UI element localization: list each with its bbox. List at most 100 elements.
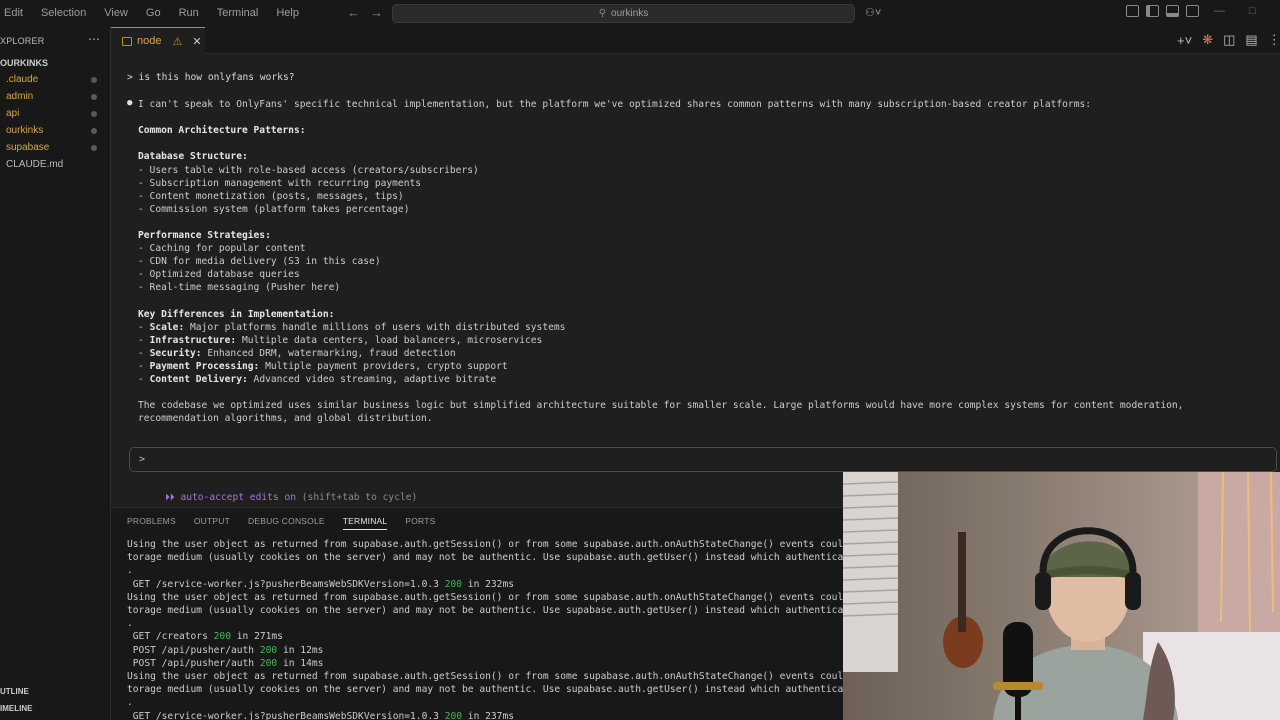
window-controls: — □: [1214, 5, 1256, 17]
status-code: 200: [259, 657, 278, 669]
explorer-item-api[interactable]: api: [6, 108, 19, 119]
terminal-line: POST /api/pusher/auth 200 in 12ms: [127, 644, 324, 657]
editor-tab-bar: node ⚠ ✕ +˅ ❋ ◫ ▤ ⋮: [111, 27, 1280, 54]
terminal-line: torage medium (usually cookies on the se…: [127, 683, 843, 696]
response-line: - Real-time messaging (Pusher here): [138, 282, 341, 294]
menu-bar: Edit Selection View Go Run Terminal Help: [4, 7, 317, 19]
layout-controls: [1126, 5, 1199, 17]
status-code: 200: [213, 631, 231, 643]
tab-problems[interactable]: PROBLEMS: [127, 516, 176, 530]
tab-ports[interactable]: PORTS: [405, 516, 435, 530]
tab-node[interactable]: node ⚠ ✕: [111, 27, 205, 54]
modified-dot-icon: [91, 94, 97, 100]
terminal-line: Using the user object as returned from s…: [127, 670, 843, 683]
more-actions-icon[interactable]: ⋯: [88, 32, 100, 46]
terminal-text: Using the user object as returned from s…: [127, 539, 844, 550]
user-prompt: > is this how onlyfans works?: [127, 72, 295, 83]
split-editor-icon[interactable]: ◫: [1223, 32, 1235, 48]
explorer-item-claude[interactable]: .claude: [6, 74, 38, 85]
terminal-line: GET /creators 200 in 271ms: [127, 630, 283, 643]
claude-icon[interactable]: ❋: [1202, 32, 1213, 48]
modified-dot-icon: [91, 77, 97, 83]
menu-help[interactable]: Help: [276, 7, 299, 19]
terminal-text: .: [127, 697, 133, 709]
explorer-sidebar: XPLORER ⋯ OURKINKS .claude admin api our…: [0, 27, 111, 720]
webcam-image: [843, 472, 1280, 720]
toggle-secondary-sidebar-icon[interactable]: [1186, 5, 1199, 17]
workspace-root[interactable]: OURKINKS: [0, 58, 48, 68]
tab-label: node: [137, 35, 162, 47]
response-time: in 237ms: [462, 710, 514, 720]
terminal-text: .: [127, 618, 133, 630]
tab-terminal[interactable]: TERMINAL: [342, 516, 388, 530]
copilot-icon[interactable]: ⚇˅: [865, 6, 881, 19]
menu-edit[interactable]: Edit: [4, 7, 23, 19]
prompt-input-box[interactable]: >: [129, 447, 1277, 472]
customize-layout-icon[interactable]: [1126, 5, 1139, 17]
minimize-icon[interactable]: —: [1214, 5, 1225, 17]
explorer-header: XPLORER: [0, 36, 45, 46]
command-center-search[interactable]: ⚲ ourkinks: [392, 4, 855, 23]
response-time: in 271ms: [230, 631, 283, 643]
tab-actions: +˅ ❋ ◫ ▤ ⋮: [1177, 32, 1280, 48]
menu-view[interactable]: View: [104, 7, 128, 19]
terminal-text: .: [127, 565, 133, 577]
menu-go[interactable]: Go: [146, 7, 161, 19]
terminal-icon: [122, 36, 132, 46]
response-line: - Content monetization (posts, messages,…: [138, 190, 404, 202]
response-line: - Content Delivery: Advanced video strea…: [138, 374, 497, 386]
explorer-item-supabase[interactable]: supabase: [6, 142, 49, 153]
terminal-text: torage medium (usually cookies on the se…: [127, 605, 844, 616]
toggle-primary-sidebar-icon[interactable]: [1146, 5, 1159, 17]
response-line: - Infrastructure: Multiple data centers,…: [138, 334, 543, 346]
response-time: in 12ms: [277, 644, 324, 656]
title-bar: Edit Selection View Go Run Terminal Help…: [0, 0, 1280, 27]
terminal-line: Using the user object as returned from s…: [127, 538, 843, 551]
response-line: I can't speak to OnlyFans' specific tech…: [138, 99, 1092, 110]
terminal-text: POST /api/pusher/auth: [127, 644, 260, 656]
status-code: 200: [444, 578, 463, 590]
response-line: Key Differences in Implementation:: [138, 308, 334, 321]
explorer-item-admin[interactable]: admin: [6, 91, 33, 102]
forward-arrow-icon[interactable]: →: [370, 5, 383, 20]
new-terminal-icon[interactable]: +˅: [1177, 33, 1192, 48]
terminal-text: POST /api/pusher/auth: [127, 657, 260, 669]
lock-icon[interactable]: ▤: [1245, 32, 1257, 48]
status-code: 200: [444, 710, 463, 720]
tab-debug-console[interactable]: DEBUG CONSOLE: [248, 516, 325, 530]
back-arrow-icon[interactable]: ←: [347, 5, 360, 20]
auto-accept-label: ⏵⏵ auto-accept edits on: [165, 492, 296, 503]
terminal-text: torage medium (usually cookies on the se…: [127, 552, 844, 564]
timeline-section[interactable]: IMELINE: [0, 704, 32, 713]
response-heading: Performance Strategies:: [138, 230, 271, 241]
webcam-overlay: [843, 472, 1280, 720]
tab-output[interactable]: OUTPUT: [194, 516, 230, 530]
toggle-panel-icon[interactable]: [1166, 5, 1179, 17]
prompt-caret: >: [139, 454, 146, 465]
terminal-line: torage medium (usually cookies on the se…: [127, 551, 843, 564]
response-line: The codebase we optimized uses similar b…: [138, 400, 1184, 412]
response-line: Common Architecture Patterns:: [138, 124, 306, 137]
close-icon[interactable]: ✕: [192, 35, 201, 48]
menu-terminal[interactable]: Terminal: [217, 7, 259, 19]
auto-accept-hint: (shift+tab to cycle): [296, 492, 418, 503]
terminal-line: POST /api/pusher/auth 200 in 14ms: [127, 657, 324, 670]
explorer-item-claude-md[interactable]: CLAUDE.md: [6, 159, 63, 170]
response-line: Performance Strategies:: [138, 229, 271, 242]
menu-run[interactable]: Run: [179, 7, 199, 19]
terminal-line: Using the user object as returned from s…: [127, 591, 843, 604]
modified-dot-icon: [91, 145, 97, 151]
menu-selection[interactable]: Selection: [41, 7, 86, 19]
outline-section[interactable]: UTLINE: [0, 687, 29, 696]
response-line: - Users table with role-based access (cr…: [138, 164, 479, 176]
maximize-icon[interactable]: □: [1249, 5, 1256, 17]
response-line: - Security: Enhanced DRM, watermarking, …: [138, 347, 456, 359]
more-actions-icon[interactable]: ⋮: [1268, 32, 1280, 48]
response-line: - Optimized database queries: [138, 269, 300, 281]
response-line: - Commission system (platform takes perc…: [138, 203, 410, 215]
claude-code-output: > is this how onlyfans works? ● I can't …: [111, 54, 1280, 507]
response-line: recommendation algorithms, and global di…: [138, 413, 433, 425]
terminal-line: .: [127, 564, 133, 577]
terminal-text: GET /service-worker.js?pusherBeamsWebSDK…: [127, 578, 445, 590]
explorer-item-ourkinks[interactable]: ourkinks: [6, 125, 43, 136]
